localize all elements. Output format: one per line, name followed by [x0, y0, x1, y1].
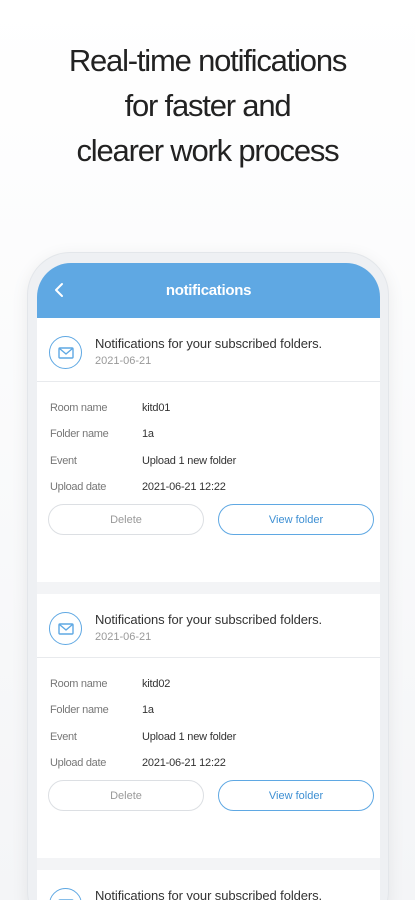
notification-header: Notifications for your subscribed folder… — [37, 318, 380, 382]
upload-date-label: Upload date — [50, 757, 107, 769]
headline: Real-time notifications for faster and c… — [0, 38, 415, 173]
event-label: Event — [50, 455, 77, 467]
back-button[interactable] — [47, 278, 71, 302]
chevron-left-icon — [55, 283, 63, 297]
view-folder-button[interactable]: View folder — [218, 504, 374, 535]
app-bar: notifications — [37, 263, 380, 318]
notification-title: Notifications for your subscribed folder… — [95, 888, 323, 900]
mail-icon — [49, 612, 82, 645]
mail-icon — [49, 336, 82, 369]
notification-details: Room name kitd02 Folder name 1a Event Up… — [37, 658, 380, 858]
upload-date-label: Upload date — [50, 481, 107, 493]
notification-header: Notifications for your subscribed folder… — [37, 594, 380, 658]
app-bar-title: notifications — [165, 282, 252, 299]
room-name-value: kitd02 — [142, 678, 171, 690]
card-separator — [37, 582, 380, 594]
card-separator — [37, 858, 380, 870]
room-name-label: Room name — [50, 402, 108, 414]
room-name-label: Room name — [50, 678, 108, 690]
notification-date: 2021-06-21 — [95, 631, 152, 643]
event-value: Upload 1 new folder — [142, 731, 237, 743]
delete-button[interactable]: Delete — [48, 780, 204, 811]
mail-icon — [49, 888, 82, 900]
headline-line-1: Real-time notifications — [68, 43, 348, 78]
folder-name-value: 1a — [142, 428, 154, 440]
notification-header: Notifications for your subscribed folder… — [37, 870, 380, 900]
upload-date-value: 2021-06-21 12:22 — [142, 757, 226, 769]
event-value: Upload 1 new folder — [142, 455, 237, 467]
folder-name-label: Folder name — [50, 428, 109, 440]
folder-name-label: Folder name — [50, 704, 109, 716]
delete-button[interactable]: Delete — [48, 504, 204, 535]
phone-screen: notifications Notifications for your sub… — [37, 263, 380, 900]
notification-card: Notifications for your subscribed folder… — [37, 594, 380, 858]
notification-title: Notifications for your subscribed folder… — [95, 336, 323, 351]
folder-name-value: 1a — [142, 704, 154, 716]
notification-date: 2021-06-21 — [95, 355, 152, 367]
notification-title: Notifications for your subscribed folder… — [95, 612, 323, 627]
event-label: Event — [50, 731, 77, 743]
notification-card: Notifications for your subscribed folder… — [37, 318, 380, 582]
headline-line-2: for faster and — [124, 88, 292, 123]
headline-line-3: clearer work process — [76, 133, 340, 168]
view-folder-button[interactable]: View folder — [218, 780, 374, 811]
notification-details: Room name kitd01 Folder name 1a Event Up… — [37, 382, 380, 582]
room-name-value: kitd01 — [142, 402, 171, 414]
upload-date-value: 2021-06-21 12:22 — [142, 481, 226, 493]
notification-card: Notifications for your subscribed folder… — [37, 870, 380, 900]
